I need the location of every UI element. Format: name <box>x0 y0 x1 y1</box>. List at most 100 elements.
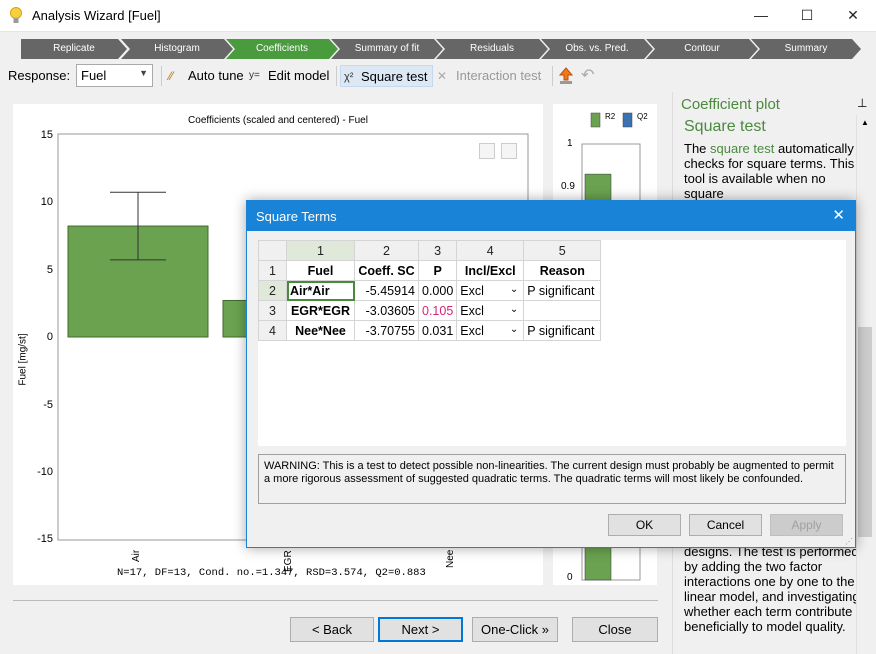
dialog-title-bar: Square Terms ✕ <box>247 201 855 231</box>
y-tick: -15 <box>37 533 53 545</box>
legend-r2-label: R2 <box>605 112 616 121</box>
step-obs-vs-pred[interactable]: Obs. vs. Pred. <box>541 39 653 59</box>
p-cell: 0.000 <box>417 280 458 301</box>
chevron-down-icon: ⌄ <box>509 283 519 295</box>
y-tick: 5 <box>46 264 53 276</box>
y-tick: 15 <box>40 129 53 141</box>
edit-model-button[interactable]: y= Edit model <box>246 65 329 87</box>
response-select[interactable]: Fuel ▼ <box>76 64 153 87</box>
edit-model-icon: y= <box>249 70 260 81</box>
step-residuals[interactable]: Residuals <box>436 39 548 59</box>
p-cell: 0.031 <box>417 320 458 341</box>
back-button[interactable]: < Back <box>290 617 374 642</box>
step-contour[interactable]: Contour <box>646 39 758 59</box>
y-tick: -10 <box>37 466 53 478</box>
undo-icon[interactable]: ↶ <box>581 65 594 85</box>
legend-q2-swatch <box>622 112 633 128</box>
legend-q2-label: Q2 <box>637 112 648 121</box>
term-cell[interactable]: EGR*EGR <box>286 300 355 321</box>
incl-excl-select[interactable]: Excl ⌄ <box>456 320 525 341</box>
help-text-bottom: designs. The test is performed by adding… <box>684 544 860 634</box>
chevron-down-icon: ⌄ <box>509 303 519 315</box>
square-terms-dialog: Square Terms ✕ 1 2 3 4 5 1 Fuel Coeff. S… <box>246 200 856 548</box>
column-number: 2 <box>354 240 419 261</box>
toolbar: Response: Fuel ▼ ⁄⁄ Auto tune y= Edit mo… <box>0 62 610 90</box>
table-row: 3 EGR*EGR -3.03605 0.105 Excl ⌄ <box>258 300 602 321</box>
interaction-test-button[interactable]: ✕ Interaction test <box>434 65 541 87</box>
column-header: Reason <box>523 260 602 281</box>
column-number: 4 <box>456 240 525 261</box>
row-number: 4 <box>258 320 287 341</box>
column-number: 1 <box>286 240 355 261</box>
legend-r2-swatch <box>590 112 601 128</box>
fit-view-icon[interactable] <box>501 143 517 159</box>
square-test-button[interactable]: χ² Square test <box>340 65 433 87</box>
y-tick: -5 <box>43 399 53 411</box>
column-header: P <box>417 260 458 281</box>
terms-grid: 1 2 3 4 5 1 Fuel Coeff. SC P Incl/Excl R… <box>258 240 846 446</box>
table-row: 2 Air*Air -5.45914 0.000 Excl ⌄ P signifi… <box>258 280 602 301</box>
ok-button[interactable]: OK <box>608 514 681 536</box>
column-header: Coeff. SC <box>354 260 419 281</box>
x-tick-nee: Nee <box>445 549 456 568</box>
coeff-cell: -3.03605 <box>354 300 419 321</box>
y-tick: 1 <box>567 138 573 149</box>
title-bar: Analysis Wizard [Fuel] — ☐ ✕ <box>0 0 876 32</box>
window-title: Analysis Wizard [Fuel] <box>32 8 161 23</box>
toolbar-divider <box>336 66 337 86</box>
coeff-cell: -5.45914 <box>354 280 419 301</box>
incl-excl-select[interactable]: Excl ⌄ <box>456 280 525 301</box>
column-number: 3 <box>417 240 458 261</box>
chevron-down-icon: ⌄ <box>509 323 519 335</box>
column-header: Incl/Excl <box>456 260 525 281</box>
wizard-steps: Replicate Histogram Coefficients Summary… <box>21 39 861 59</box>
lightbulb-icon <box>10 7 22 23</box>
one-click-button[interactable]: One-Click » <box>472 617 558 642</box>
minimize-button[interactable]: — <box>738 0 784 31</box>
toolbar-divider <box>552 66 553 86</box>
step-coefficients[interactable]: Coefficients <box>226 39 338 59</box>
close-button[interactable]: Close <box>572 617 658 642</box>
square-test-link[interactable]: square test <box>710 141 774 156</box>
reason-cell: P significant <box>523 320 602 341</box>
x-tick-air: Air <box>131 549 142 562</box>
cancel-button[interactable]: Cancel <box>689 514 762 536</box>
zoom-out-icon[interactable] <box>479 143 495 159</box>
pin-icon[interactable]: ⊥ <box>857 96 867 110</box>
auto-tune-button[interactable]: ⁄⁄ Auto tune <box>166 65 244 87</box>
apply-button[interactable]: Apply <box>770 514 843 536</box>
incl-excl-select[interactable]: Excl ⌄ <box>456 300 525 321</box>
step-histogram[interactable]: Histogram <box>121 39 233 59</box>
term-cell[interactable]: Nee*Nee <box>286 320 355 341</box>
p-cell: 0.105 <box>417 300 458 321</box>
y-tick: 10 <box>40 196 53 208</box>
close-window-button[interactable]: ✕ <box>830 0 876 31</box>
maximize-button[interactable]: ☐ <box>784 0 830 31</box>
response-label: Response: <box>8 68 71 83</box>
chevron-down-icon: ▼ <box>139 68 148 78</box>
interaction-icon: ✕ <box>437 69 448 83</box>
scrollbar-thumb[interactable] <box>858 327 872 537</box>
y-tick: 0.9 <box>561 181 575 192</box>
reason-cell: P significant <box>523 280 602 301</box>
step-summary-of-fit[interactable]: Summary of fit <box>331 39 443 59</box>
row-number: 2 <box>258 280 287 301</box>
column-header: Fuel <box>286 260 355 281</box>
help-subheader: Square test <box>684 118 766 135</box>
export-icon[interactable] <box>558 67 574 85</box>
resize-grip-icon[interactable]: ⋰ <box>845 537 853 546</box>
step-replicate[interactable]: Replicate <box>21 39 127 59</box>
scroll-up-icon[interactable]: ▲ <box>861 118 869 127</box>
column-number: 5 <box>523 240 602 261</box>
model-stats: N=17, DF=13, Cond. no.=1.347, RSD=3.574,… <box>117 567 426 579</box>
toolbar-divider <box>161 66 162 86</box>
next-button[interactable]: Next > <box>378 617 463 642</box>
step-summary[interactable]: Summary <box>751 39 861 59</box>
help-header: Coefficient plot <box>681 96 780 113</box>
close-icon[interactable]: ✕ <box>832 206 845 224</box>
terms-table: 1 2 3 4 5 1 Fuel Coeff. SC P Incl/Excl R… <box>258 240 602 341</box>
coeff-cell: -3.70755 <box>354 320 419 341</box>
wand-icon: ⁄⁄ <box>169 69 174 83</box>
term-cell[interactable]: Air*Air <box>286 280 355 301</box>
row-number: 3 <box>258 300 287 321</box>
